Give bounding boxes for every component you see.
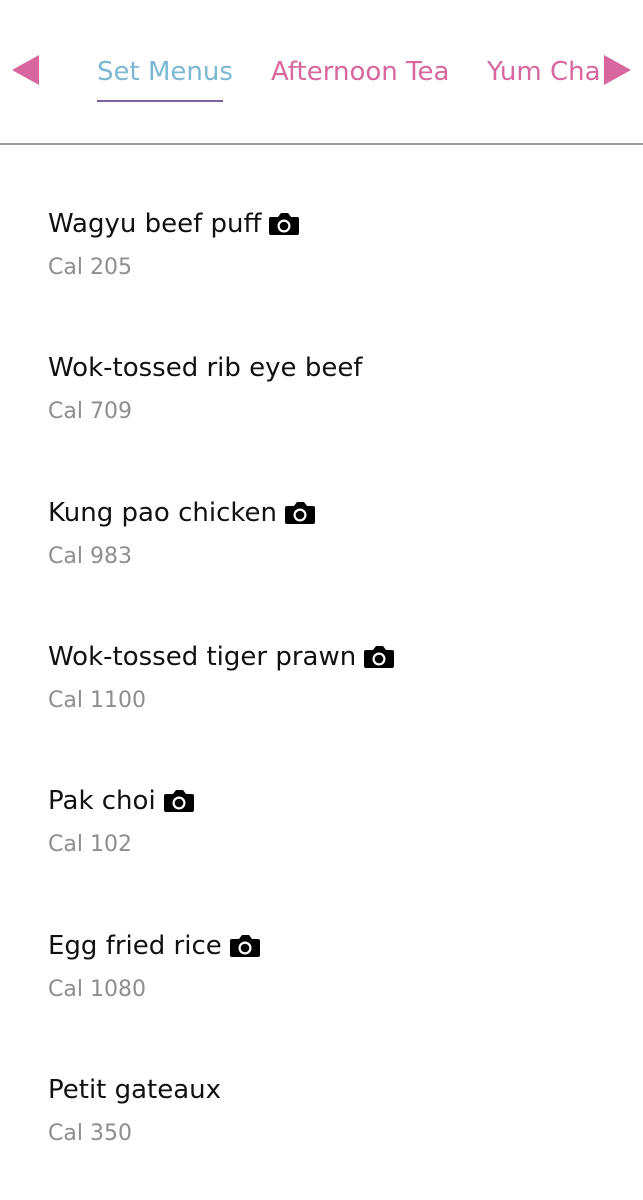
menu-item-name-row: Kung pao chicken: [48, 495, 608, 531]
tab-set-menus[interactable]: Set Menus: [97, 54, 233, 90]
menu-item-wok-tossed-rib-eye-beef[interactable]: Wok-tossed rib eye beef Cal 709: [48, 350, 608, 427]
menu-item-name: Wagyu beef puff: [48, 209, 262, 239]
menu-item-name: Petit gateaux: [48, 1075, 222, 1105]
menu-item-calories: Cal 205: [48, 255, 132, 280]
menu-item-wagyu-beef-puff[interactable]: Wagyu beef puff Cal 205: [48, 206, 608, 283]
camera-icon[interactable]: [229, 933, 261, 959]
menu-item-petit-gateaux[interactable]: Petit gateaux Cal 350: [48, 1072, 608, 1149]
menu-item-calories: Cal 709: [48, 399, 132, 424]
menu-item-calories: Cal 983: [48, 544, 132, 569]
menu-item-name-row: Pak choi: [48, 783, 608, 819]
menu-item-name-row: Wok-tossed tiger prawn: [48, 639, 608, 675]
menu-item-name-row: Wagyu beef puff: [48, 206, 608, 242]
menu-item-kung-pao-chicken[interactable]: Kung pao chicken Cal 983: [48, 495, 608, 572]
menu-item-name: Kung pao chicken: [48, 498, 277, 528]
camera-icon[interactable]: [363, 644, 395, 670]
menu-item-pak-choi[interactable]: Pak choi Cal 102: [48, 783, 608, 860]
menu-item-name-row: Egg fried rice: [48, 928, 608, 964]
triangle-right-icon[interactable]: [604, 55, 631, 85]
tab-afternoon-tea[interactable]: Afternoon Tea: [271, 54, 449, 90]
camera-icon[interactable]: [268, 211, 300, 237]
camera-icon[interactable]: [163, 788, 195, 814]
menu-item-calories: Cal 102: [48, 832, 132, 857]
triangle-left-icon[interactable]: [12, 55, 39, 85]
menu-item-calories: Cal 1100: [48, 688, 146, 713]
menu-item-name: Egg fried rice: [48, 931, 222, 961]
menu-item-wok-tossed-tiger-prawn[interactable]: Wok-tossed tiger prawn Cal 1100: [48, 639, 608, 716]
menu-item-name: Pak choi: [48, 786, 156, 816]
menu-item-name: Wok-tossed tiger prawn: [48, 642, 357, 672]
active-tab-underline: [97, 100, 223, 102]
menu-item-name: Wok-tossed rib eye beef: [48, 353, 363, 383]
menu-item-calories: Cal 350: [48, 1121, 132, 1146]
menu-item-name-row: Petit gateaux: [48, 1072, 608, 1108]
menu-tab-bar: Set Menus Afternoon Tea Yum Cha: [0, 0, 643, 145]
menu-item-calories: Cal 1080: [48, 977, 146, 1002]
menu-item-name-row: Wok-tossed rib eye beef: [48, 350, 608, 386]
tab-yum-cha[interactable]: Yum Cha: [487, 54, 601, 90]
camera-icon[interactable]: [284, 500, 316, 526]
menu-item-egg-fried-rice[interactable]: Egg fried rice Cal 1080: [48, 928, 608, 1005]
